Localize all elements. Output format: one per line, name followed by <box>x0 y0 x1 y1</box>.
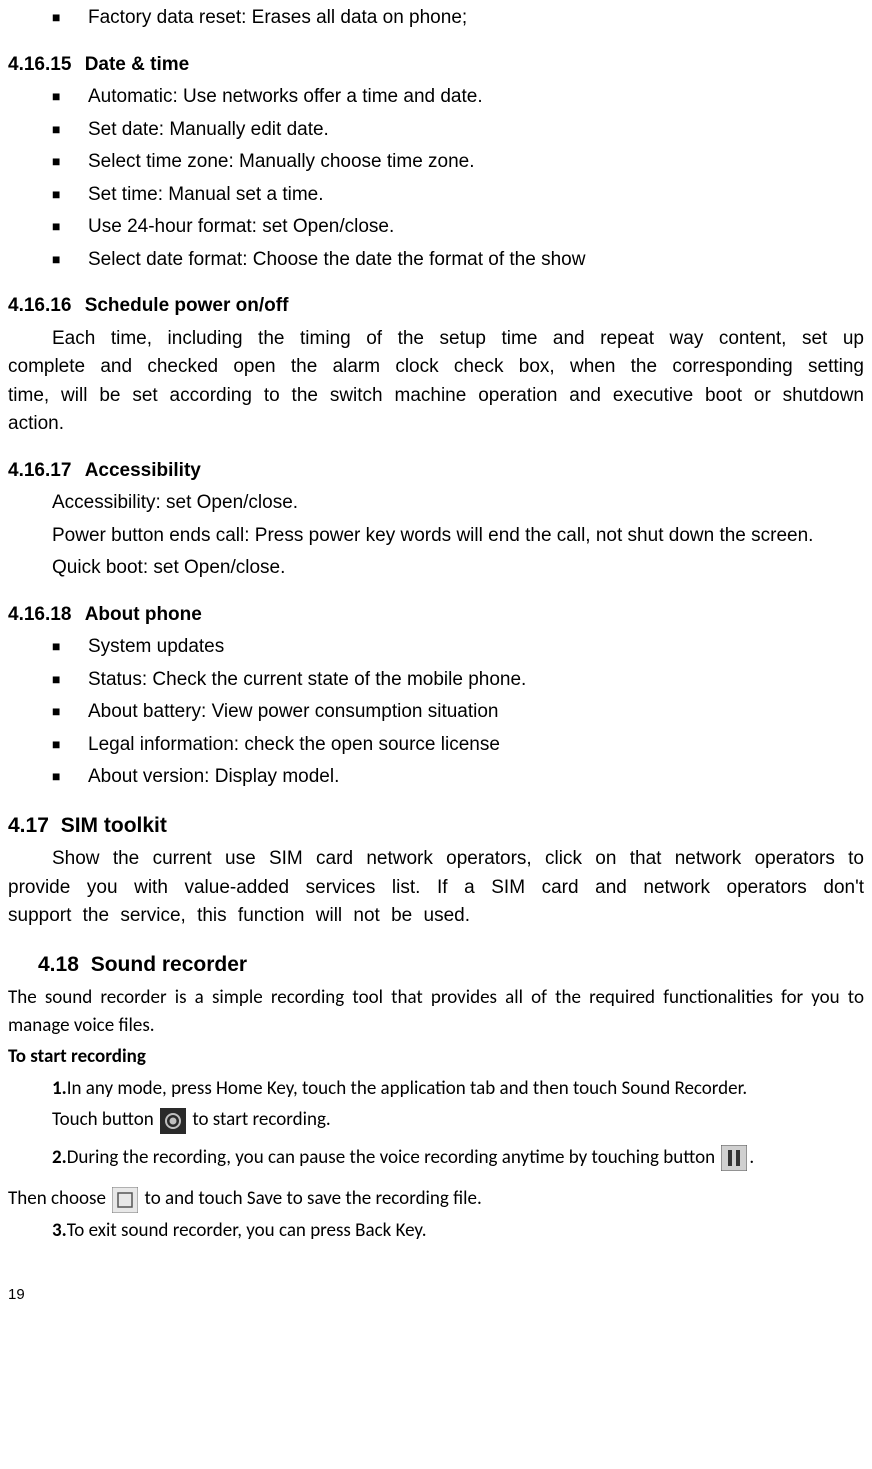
list-item: About version: Display model. <box>8 763 864 792</box>
about-phone-bullets: System updates Status: Check the current… <box>8 633 864 792</box>
date-time-bullets: Automatic: Use networks offer a time and… <box>8 83 864 274</box>
heading-date-time: 4.16.15 Date & time <box>8 51 864 80</box>
accessibility-p1: Accessibility: set Open/close. <box>8 489 864 518</box>
step-1: 1.In any mode, press Home Key, touch the… <box>52 1075 864 1103</box>
heading-sim-toolkit: 4.17 SIM toolkit <box>8 810 864 842</box>
heading-number: 4.16.15 <box>8 51 71 80</box>
heading-title: Accessibility <box>85 457 201 486</box>
list-item: Status: Check the current state of the m… <box>8 666 864 695</box>
heading-number: 4.16.17 <box>8 457 71 486</box>
to-start-recording-heading: To start recording <box>8 1043 864 1071</box>
heading-title: Date & time <box>85 51 190 80</box>
text-after-icon: to start recording. <box>192 1108 330 1131</box>
list-item: Select time zone: Manually choose time z… <box>8 148 864 177</box>
sim-paragraph: Show the current use SIM card network op… <box>8 845 864 931</box>
heading-number: 4.17 <box>8 810 49 842</box>
step-2: 2.During the recording, you can pause th… <box>52 1144 864 1172</box>
heading-title: SIM toolkit <box>61 810 167 842</box>
step-number: 2. <box>52 1146 67 1169</box>
heading-number: 4.16.16 <box>8 292 71 321</box>
then-choose-line: Then choose to and touch Save to save th… <box>8 1185 864 1213</box>
list-item: About battery: View power consumption si… <box>8 698 864 727</box>
list-item: Factory data reset: Erases all data on p… <box>8 4 864 33</box>
list-item: Select date format: Choose the date the … <box>8 246 864 275</box>
schedule-power-paragraph: Each time, including the timing of the s… <box>8 325 864 439</box>
pause-icon <box>721 1145 747 1171</box>
list-item: Legal information: check the open source… <box>8 731 864 760</box>
list-item: Use 24-hour format: set Open/close. <box>8 213 864 242</box>
heading-about-phone: 4.16.18 About phone <box>8 601 864 630</box>
heading-schedule-power: 4.16.16 Schedule power on/off <box>8 292 864 321</box>
heading-number: 4.18 <box>38 949 79 981</box>
list-item: Automatic: Use networks offer a time and… <box>8 83 864 112</box>
heading-title: Sound recorder <box>91 949 247 981</box>
heading-title: About phone <box>85 601 202 630</box>
list-item: System updates <box>8 633 864 662</box>
list-item: Set date: Manually edit date. <box>8 116 864 145</box>
step-text: In any mode, press Home Key, touch the a… <box>67 1077 747 1100</box>
step-text-end: . <box>749 1146 754 1169</box>
heading-title: Schedule power on/off <box>85 292 289 321</box>
step-number: 1. <box>52 1077 67 1100</box>
text-before-icon: Touch button <box>52 1108 158 1131</box>
step-3: 3.To exit sound recorder, you can press … <box>52 1217 864 1245</box>
text-after-icon: to and touch Save to save the recording … <box>145 1187 482 1210</box>
top-bullet-list: Factory data reset: Erases all data on p… <box>8 4 864 33</box>
heading-number: 4.16.18 <box>8 601 71 630</box>
record-icon <box>160 1108 186 1134</box>
heading-accessibility: 4.16.17 Accessibility <box>8 457 864 486</box>
list-item: Set time: Manual set a time. <box>8 181 864 210</box>
page-number: 19 <box>8 1284 864 1307</box>
accessibility-p2: Power button ends call: Press power key … <box>8 522 864 551</box>
step-number: 3. <box>52 1219 67 1242</box>
stop-icon <box>112 1187 138 1213</box>
step-text: To exit sound recorder, you can press Ba… <box>67 1219 427 1242</box>
step-text: During the recording, you can pause the … <box>67 1146 715 1169</box>
text-before-icon: Then choose <box>8 1187 110 1210</box>
accessibility-p3: Quick boot: set Open/close. <box>8 554 864 583</box>
touch-record-line: Touch button to start recording. <box>52 1106 864 1134</box>
sound-recorder-intro: The sound recorder is a simple recording… <box>8 984 864 1039</box>
heading-sound-recorder: 4.18 Sound recorder <box>38 949 864 981</box>
